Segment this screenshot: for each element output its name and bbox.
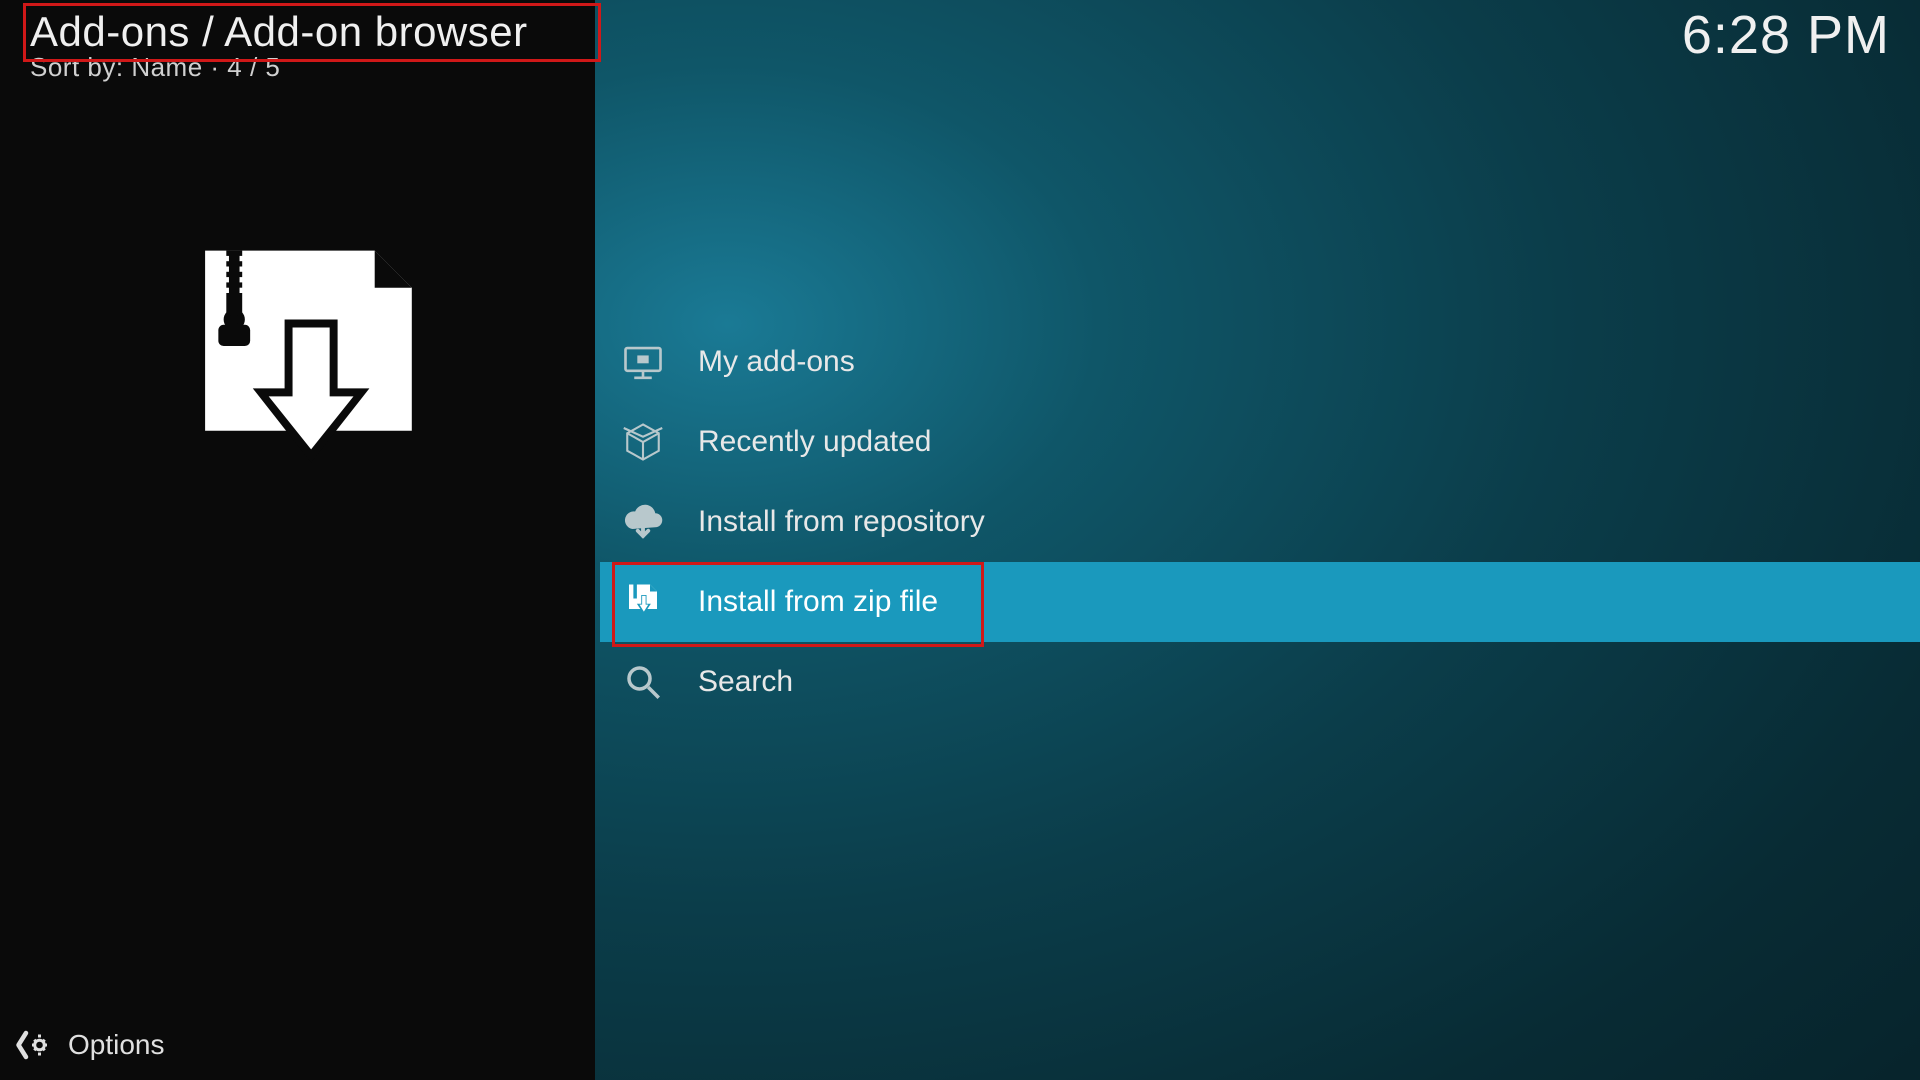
options-label[interactable]: Options bbox=[68, 1029, 165, 1061]
menu-item-label: Install from repository bbox=[698, 505, 985, 539]
menu-item-label: Search bbox=[698, 665, 793, 699]
menu-item-my-addons[interactable]: My add-ons bbox=[600, 322, 1920, 402]
cloud-download-icon bbox=[622, 501, 664, 543]
open-box-icon bbox=[622, 421, 664, 463]
menu-item-search[interactable]: Search bbox=[600, 642, 1920, 722]
breadcrumb: Add-ons / Add-on browser bbox=[30, 8, 528, 56]
header: Add-ons / Add-on browser Sort by: Name ·… bbox=[0, 0, 1920, 83]
options-icon[interactable] bbox=[14, 1027, 50, 1063]
menu-item-install-from-zip[interactable]: Install from zip file bbox=[600, 562, 1920, 642]
menu-item-label: Install from zip file bbox=[698, 585, 938, 619]
menu-item-recently-updated[interactable]: Recently updated bbox=[600, 402, 1920, 482]
footer: Options bbox=[0, 1010, 1920, 1080]
sort-info: Sort by: Name · 4 / 5 bbox=[30, 52, 528, 83]
zip-download-icon bbox=[622, 581, 664, 623]
monitor-icon bbox=[622, 341, 664, 383]
menu-item-label: Recently updated bbox=[698, 425, 932, 459]
magnify-icon bbox=[622, 661, 664, 703]
menu-item-install-from-repository[interactable]: Install from repository bbox=[600, 482, 1920, 562]
zip-file-large-icon bbox=[168, 240, 433, 500]
sidebar bbox=[0, 0, 600, 1080]
menu-item-label: My add-ons bbox=[698, 345, 855, 379]
clock: 6:28 PM bbox=[1682, 4, 1890, 66]
menu-list: My add-ons Recently updated Install from… bbox=[600, 322, 1920, 722]
